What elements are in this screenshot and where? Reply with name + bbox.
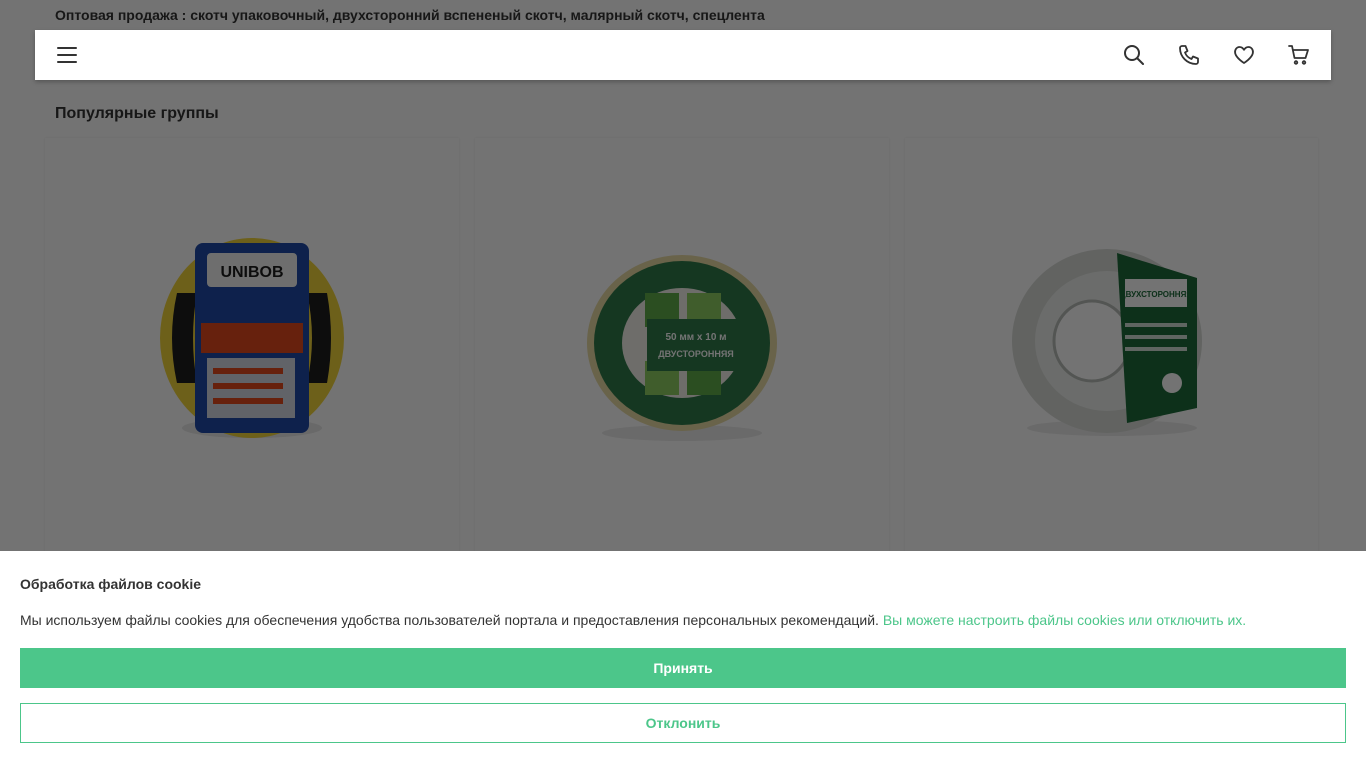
svg-text:ДВУСТОРОННЯЯ: ДВУСТОРОННЯЯ <box>658 349 734 359</box>
svg-text:50 мм x 10 м: 50 мм x 10 м <box>665 332 726 343</box>
group-card-double-sided-tape[interactable]: 50 мм x 10 м ДВУСТОРОННЯЯ <box>475 138 889 598</box>
menu-icon[interactable] <box>55 43 79 67</box>
cookie-banner: Обработка файлов cookie Мы используем фа… <box>0 551 1366 768</box>
decline-button[interactable]: Отклонить <box>20 703 1346 743</box>
top-navbar <box>35 30 1331 80</box>
svg-text:UNIBOB: UNIBOB <box>220 264 283 281</box>
popular-groups-section: Популярные группы UNIBOB 50 мм x 10 м ДВ… <box>35 80 1331 598</box>
heart-icon[interactable] <box>1232 43 1256 67</box>
cart-icon[interactable] <box>1287 43 1311 67</box>
accept-button[interactable]: Принять <box>20 648 1346 688</box>
svg-text:ДВУХСТОРОННЯЯ: ДВУХСТОРОННЯЯ <box>1119 290 1191 299</box>
section-title: Популярные группы <box>55 105 219 122</box>
cookie-title: Обработка файлов cookie <box>20 576 202 592</box>
cookie-text: Мы используем файлы cookies для обеспече… <box>20 612 1346 648</box>
group-card-foam-tape[interactable]: ДВУХСТОРОННЯЯ <box>905 138 1318 598</box>
group-card-marking-tape[interactable]: UNIBOB <box>45 138 459 598</box>
cookie-settings-link[interactable]: Вы можете настроить файлы cookies или от… <box>883 612 1246 628</box>
nav-actions <box>1122 43 1311 67</box>
product-image-marking-tape: UNIBOB <box>160 238 344 438</box>
groups-grid: UNIBOB 50 мм x 10 м ДВУСТОРОННЯЯ ДВУХСТО… <box>35 138 1331 598</box>
search-icon[interactable] <box>1122 43 1146 67</box>
product-image-foam-tape: ДВУХСТОРОННЯЯ <box>1011 249 1202 436</box>
site-tagline: Оптовая продажа : скотч упаковочный, дву… <box>55 7 765 23</box>
cookie-description: Мы используем файлы cookies для обеспече… <box>20 612 883 628</box>
phone-icon[interactable] <box>1177 43 1201 67</box>
product-image-double-sided-tape: 50 мм x 10 м ДВУСТОРОННЯЯ <box>587 255 777 441</box>
